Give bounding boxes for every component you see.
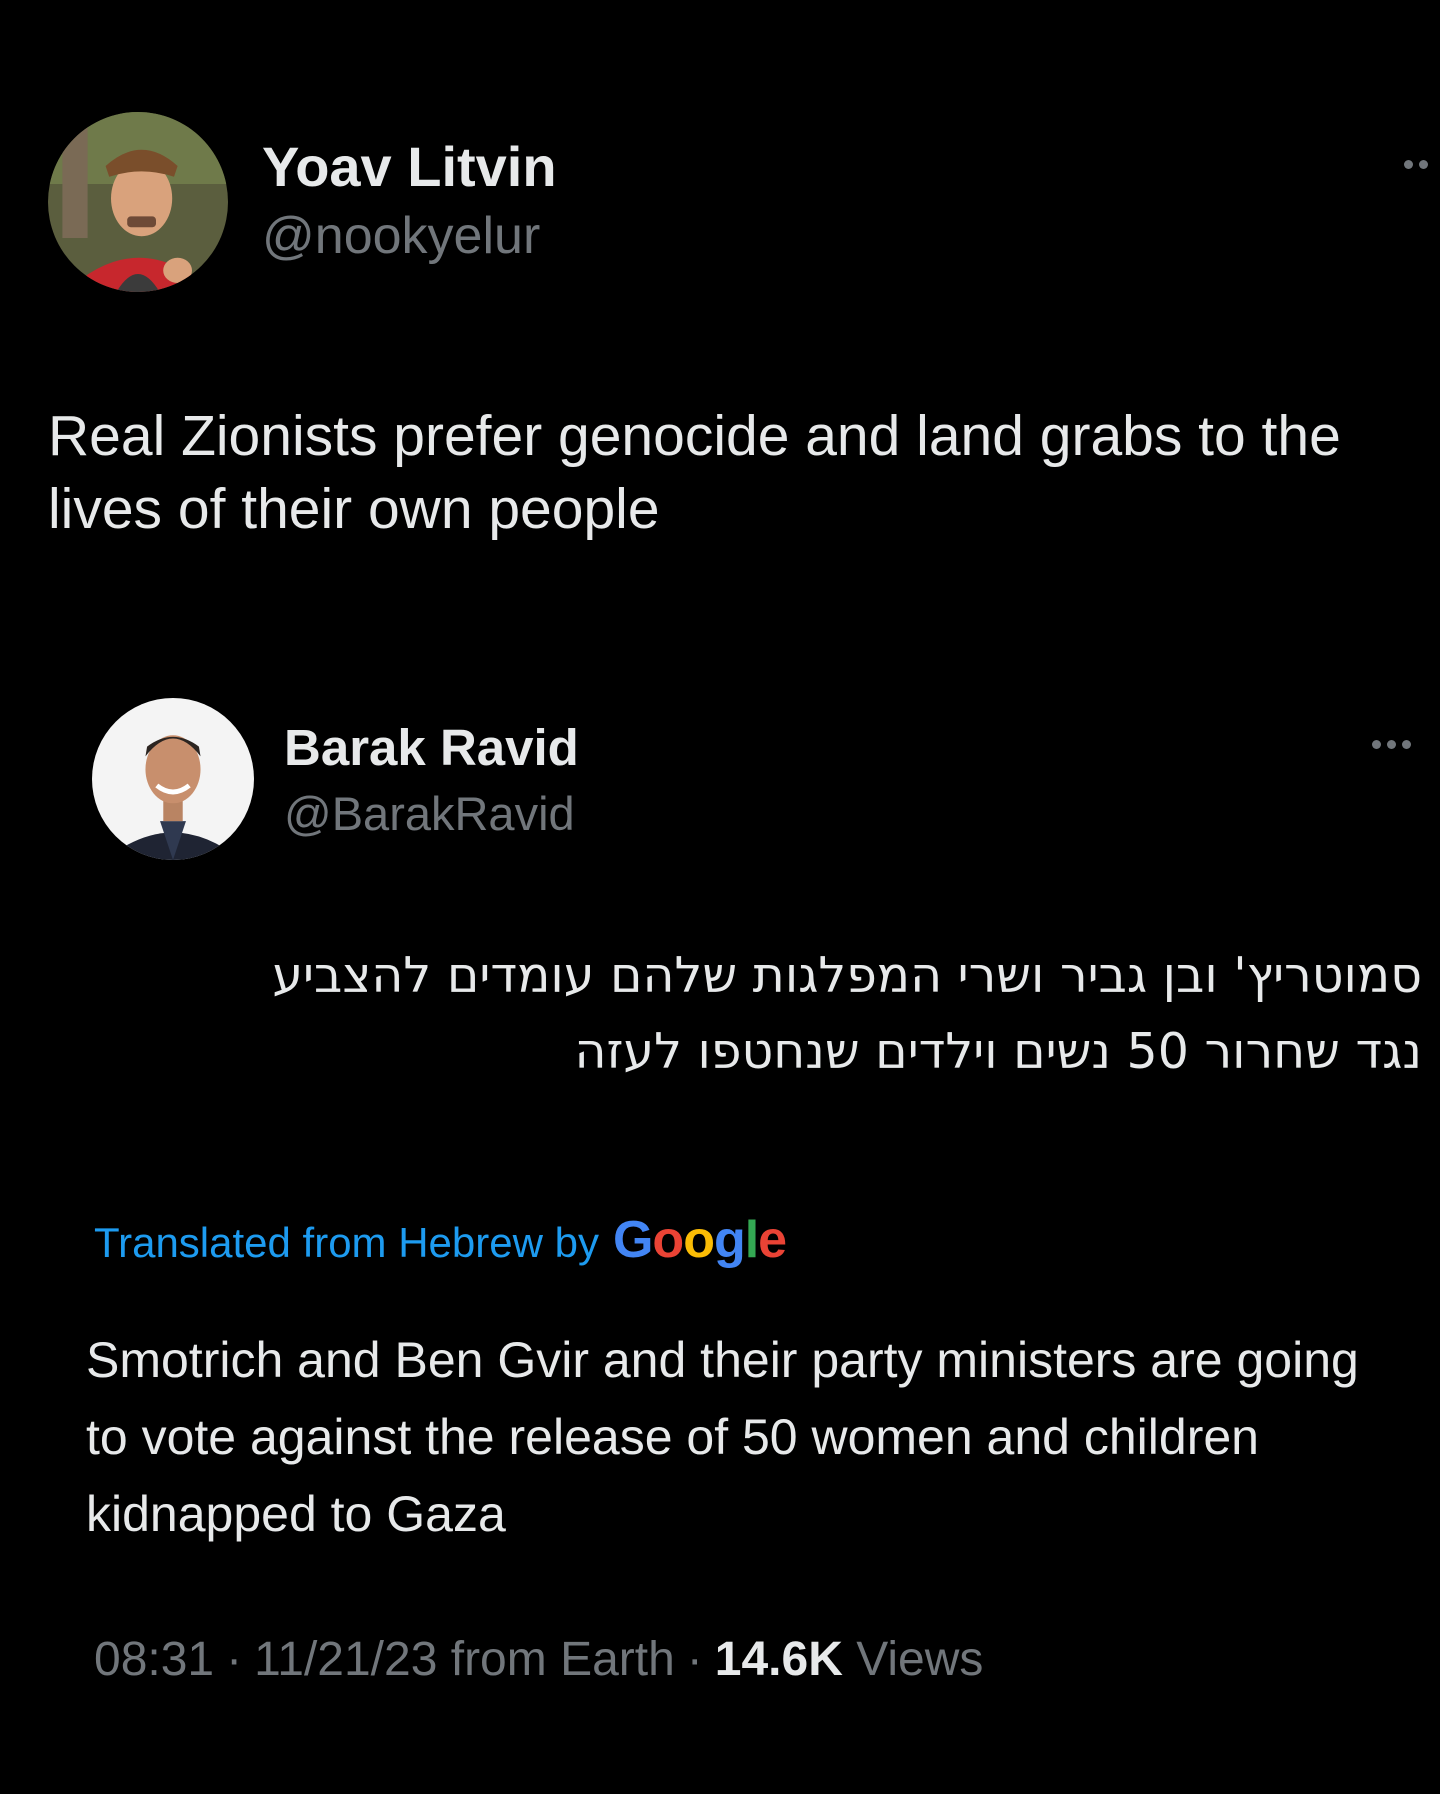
quoted-handle[interactable]: @BarakRavid (284, 786, 575, 841)
user-avatar-icon (92, 698, 254, 860)
tweet: Yoav Litvin @nookyelur Real Zionists pre… (0, 0, 1440, 1794)
meta-separator: · (226, 1633, 243, 1686)
author-display-name[interactable]: Yoav Litvin (262, 134, 557, 199)
google-logo-letter: g (713, 1211, 746, 1269)
google-logo: Google (612, 1210, 787, 1270)
user-avatar-icon (48, 112, 228, 292)
author-handle[interactable]: @nookyelur (262, 206, 540, 266)
google-logo-letter: e (758, 1211, 787, 1269)
quoted-original-line: נגד שחרור 50 נשים וילדים שנחטפו לעזה (574, 1023, 1422, 1080)
quoted-original-line: סמוטריץ' ובן גביר ושרי המפלגות שלהם עומד… (272, 947, 1422, 1004)
tweet-date[interactable]: 11/21/23 (254, 1633, 437, 1686)
more-horizontal-icon[interactable] (1404, 160, 1428, 169)
meta-separator: · (686, 1633, 703, 1686)
google-logo-letter: l (744, 1211, 759, 1269)
google-logo-letter: G (612, 1211, 653, 1269)
views-count[interactable]: 14.6K (715, 1633, 843, 1686)
tweet-source: from Earth (450, 1633, 675, 1686)
translation-text: Smotrich and Ben Gvir and their party mi… (86, 1332, 1359, 1542)
views-label[interactable]: Views (856, 1633, 983, 1686)
author-avatar[interactable] (48, 112, 228, 292)
google-logo-letter: o (652, 1211, 684, 1269)
quoted-author-avatar[interactable] (92, 698, 254, 860)
translated-from-link[interactable]: Translated from Hebrew by (94, 1219, 599, 1267)
tweet-time[interactable]: 08:31 (94, 1633, 214, 1686)
tweet-text: Real Zionists prefer genocide and land g… (48, 404, 1341, 541)
translation-attribution: Translated from Hebrew by Google (94, 1210, 787, 1270)
tweet-metadata: 08:31 · 11/21/23 from Earth · 14.6K Views (94, 1632, 983, 1687)
more-horizontal-icon[interactable] (1372, 740, 1411, 749)
quoted-display-name[interactable]: Barak Ravid (284, 718, 579, 777)
google-logo-letter: o (683, 1211, 715, 1269)
quoted-original-text: סמוטריץ' ובן גביר ושרי המפלגות שלהם עומד… (62, 938, 1422, 1090)
